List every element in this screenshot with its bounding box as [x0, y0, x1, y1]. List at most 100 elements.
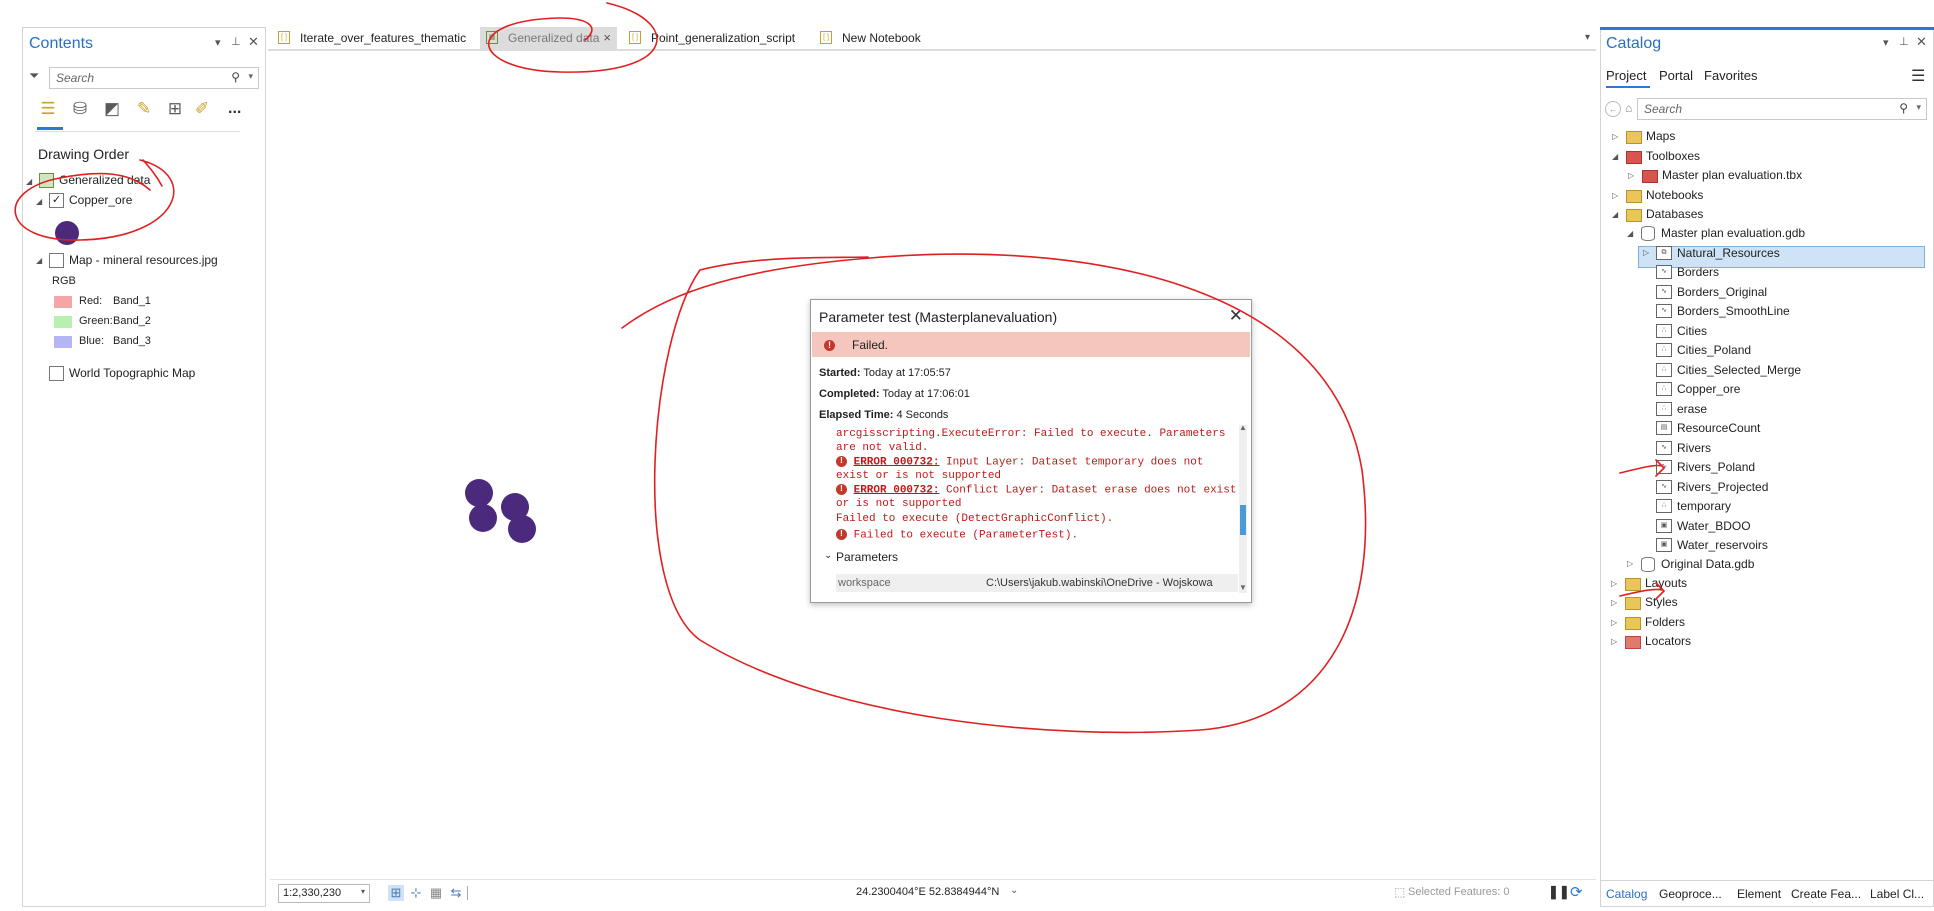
pause-icon[interactable]: ❚❚: [1548, 884, 1570, 900]
parameters-header[interactable]: Parameters: [836, 550, 898, 564]
tree-item-gdb[interactable]: Master plan evaluation.gdb: [1661, 226, 1805, 240]
chevron-down-icon[interactable]: ⌄: [1010, 885, 1018, 896]
table-icon[interactable]: ▦: [428, 885, 444, 901]
fixed-zoom-icon[interactable]: ⊞: [388, 885, 404, 901]
tree-item[interactable]: Borders: [1677, 265, 1719, 279]
bottom-tab-label-classes[interactable]: Label Cl...: [1870, 887, 1924, 901]
list-by-data-source-icon[interactable]: ⛁: [69, 98, 91, 120]
layer-mineral-resources[interactable]: Map - mineral resources.jpg: [69, 253, 218, 267]
tree-item[interactable]: Cities_Selected_Merge: [1677, 363, 1801, 377]
tree-item[interactable]: Water_reservoirs: [1677, 538, 1768, 552]
list-by-selection-icon[interactable]: ◩: [101, 98, 123, 120]
tree-item-styles[interactable]: Styles: [1645, 595, 1678, 609]
scale-selector[interactable]: 1:2,330,230 ▾: [278, 884, 370, 903]
error-code-link[interactable]: ERROR 000732:: [854, 456, 940, 468]
layer-checkbox[interactable]: [49, 366, 64, 381]
contents-search-input[interactable]: Search ⚲ ▾: [49, 67, 259, 89]
expand-triangle-icon[interactable]: ▷: [1627, 559, 1633, 568]
tab-project[interactable]: Project: [1606, 68, 1646, 83]
tree-item[interactable]: Cities_Poland: [1677, 343, 1751, 357]
copper-ore-point[interactable]: [508, 515, 536, 543]
layer-symbol[interactable]: [55, 221, 79, 245]
close-icon[interactable]: ✕: [1229, 306, 1243, 326]
tree-item-locators[interactable]: Locators: [1645, 634, 1691, 648]
list-by-drawing-order-icon[interactable]: ☰: [37, 98, 59, 120]
expand-triangle-icon[interactable]: ▷: [1611, 579, 1617, 588]
chevron-down-icon[interactable]: ▾: [1916, 102, 1921, 113]
more-options-icon[interactable]: ...: [228, 100, 241, 118]
pane-menu-icon[interactable]: ▾: [1883, 36, 1889, 49]
tab-list-dropdown-icon[interactable]: ▾: [1585, 32, 1590, 43]
grid-icon[interactable]: ⊹: [408, 885, 424, 901]
collapse-triangle-icon[interactable]: ◢: [1627, 229, 1633, 238]
bottom-tab-element[interactable]: Element: [1737, 887, 1781, 901]
collapse-triangle-icon[interactable]: ◢: [26, 177, 32, 186]
layer-checkbox[interactable]: [49, 253, 64, 268]
close-icon[interactable]: ✕: [1916, 34, 1927, 50]
tree-item[interactable]: Rivers_Poland: [1677, 460, 1755, 474]
back-icon[interactable]: ←: [1605, 101, 1621, 117]
collapse-triangle-icon[interactable]: ◢: [36, 197, 42, 206]
tree-item-toolbox[interactable]: Master plan evaluation.tbx: [1662, 168, 1802, 182]
collapse-triangle-icon[interactable]: ◢: [1612, 210, 1618, 219]
tree-item-layouts[interactable]: Layouts: [1645, 576, 1687, 590]
refresh-icon[interactable]: ⟳: [1570, 883, 1583, 901]
tree-item-original-gdb[interactable]: Original Data.gdb: [1661, 557, 1754, 571]
tab-iterate-over-features[interactable]: [ ] Iterate_over_features_thematic: [272, 27, 466, 49]
expand-triangle-icon[interactable]: ▷: [1628, 171, 1634, 180]
scroll-up-icon[interactable]: ▲: [1239, 423, 1247, 432]
search-icon[interactable]: ⚲: [1899, 101, 1908, 115]
collapse-triangle-icon[interactable]: ◢: [36, 256, 42, 265]
expand-triangle-icon[interactable]: ▷: [1612, 191, 1618, 200]
tree-item-maps[interactable]: Maps: [1646, 129, 1675, 143]
tree-item-folders[interactable]: Folders: [1645, 615, 1685, 629]
search-icon[interactable]: ⚲: [231, 70, 240, 84]
layer-copper-ore[interactable]: Copper_ore: [69, 193, 132, 207]
bottom-tab-create-features[interactable]: Create Fea...: [1791, 887, 1861, 901]
tree-item[interactable]: erase: [1677, 402, 1707, 416]
scrollbar[interactable]: ▲ ▼: [1239, 423, 1247, 593]
close-icon[interactable]: ✕: [248, 34, 259, 50]
expand-triangle-icon[interactable]: ▷: [1643, 248, 1649, 257]
expand-triangle-icon[interactable]: ▷: [1611, 618, 1617, 627]
tree-item[interactable]: Water_BDOO: [1677, 519, 1751, 533]
tree-item-toolboxes[interactable]: Toolboxes: [1646, 149, 1700, 163]
tab-new-notebook[interactable]: [ ] New Notebook: [814, 27, 934, 49]
tab-point-generalization-script[interactable]: [ ] Point_generalization_script: [623, 27, 795, 49]
pin-icon[interactable]: ⊥: [1899, 35, 1909, 48]
expand-triangle-icon[interactable]: ▷: [1611, 637, 1617, 646]
tab-portal[interactable]: Portal: [1659, 68, 1693, 83]
expand-triangle-icon[interactable]: ▷: [1612, 132, 1618, 141]
list-by-editing-icon[interactable]: ✎: [133, 98, 155, 120]
list-by-snapping-icon[interactable]: ⊞: [164, 98, 186, 120]
expand-triangle-icon[interactable]: ▷: [1611, 598, 1617, 607]
scroll-down-icon[interactable]: ▼: [1239, 583, 1247, 592]
tree-item[interactable]: Rivers: [1677, 441, 1711, 455]
tree-item[interactable]: Borders_Original: [1677, 285, 1767, 299]
layer-world-topographic-map[interactable]: World Topographic Map: [69, 366, 195, 380]
tab-generalized-data[interactable]: ▦ Generalized data ×: [480, 27, 617, 49]
copper-ore-point[interactable]: [469, 504, 497, 532]
pin-icon[interactable]: ⊥: [231, 35, 241, 48]
map-name[interactable]: Generalized data: [59, 173, 150, 187]
tab-favorites[interactable]: Favorites: [1704, 68, 1757, 83]
chevron-down-icon[interactable]: ⌄: [824, 550, 832, 561]
menu-icon[interactable]: ☰: [1911, 66, 1925, 86]
home-icon[interactable]: ⌂: [1625, 101, 1632, 115]
tree-item[interactable]: Rivers_Projected: [1677, 480, 1768, 494]
bottom-tab-geoprocessing[interactable]: Geoproce...: [1659, 887, 1722, 901]
tree-item[interactable]: Borders_SmoothLine: [1677, 304, 1790, 318]
tree-item-databases[interactable]: Databases: [1646, 207, 1703, 221]
close-tab-icon[interactable]: ×: [603, 30, 611, 45]
pane-menu-icon[interactable]: ▾: [215, 36, 221, 49]
tree-item[interactable]: Copper_ore: [1677, 382, 1740, 396]
navigation-icon[interactable]: ⇆: [448, 885, 464, 901]
tree-item[interactable]: ResourceCount: [1677, 421, 1760, 435]
collapse-triangle-icon[interactable]: ◢: [1612, 152, 1618, 161]
catalog-search-input[interactable]: Search ⚲ ▾: [1637, 98, 1927, 120]
tree-item-notebooks[interactable]: Notebooks: [1646, 188, 1703, 202]
chevron-down-icon[interactable]: ▾: [248, 71, 253, 82]
error-code-link[interactable]: ERROR 000732:: [854, 484, 940, 496]
filter-icon[interactable]: ⏷: [29, 68, 39, 84]
scrollbar-thumb[interactable]: [1240, 505, 1246, 535]
